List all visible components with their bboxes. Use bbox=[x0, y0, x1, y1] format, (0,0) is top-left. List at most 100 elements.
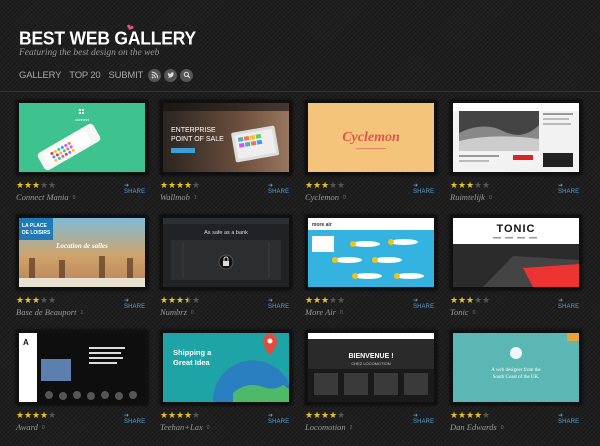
share-button[interactable]: ➜ SHARE bbox=[124, 182, 148, 195]
thumbnail-frame[interactable]: more air bbox=[305, 215, 437, 290]
thumb-text: more air bbox=[312, 222, 332, 228]
star-icon: ★ bbox=[313, 180, 322, 190]
site-title[interactable]: More Air 0 bbox=[305, 307, 343, 317]
share-button[interactable]: ➜ SHARE bbox=[124, 297, 148, 310]
thumbnail-wallmob[interactable]: ENTERPRISE POINT OF SALE bbox=[163, 103, 289, 172]
site-card: A web designer from the South Coast of t… bbox=[450, 330, 582, 435]
star-icon: ★ bbox=[458, 295, 467, 305]
nav-submit[interactable]: SUBMIT bbox=[108, 70, 143, 81]
thumbnail-more-air[interactable]: more air bbox=[308, 218, 434, 287]
star-icon: ★ bbox=[482, 295, 491, 305]
star-icon: ★ bbox=[48, 180, 57, 190]
thumb-text: Shipping a bbox=[173, 348, 212, 357]
thumbnail-frame[interactable]: connect bbox=[16, 100, 148, 175]
thumbnail-frame[interactable] bbox=[450, 100, 582, 175]
star-icon: ★ bbox=[24, 180, 33, 190]
site-card: connect ★ ★ ★ ★ ★ ➜ SHARE Connect Mania 0 bbox=[16, 100, 148, 205]
thumbnail-tonic[interactable]: TONIC bbox=[453, 218, 579, 287]
thumb-text: POINT OF SALE bbox=[171, 136, 224, 143]
star-icon: ★ bbox=[160, 295, 169, 305]
thumb-text: Location de salles bbox=[55, 242, 108, 250]
site-title[interactable]: Locomotion 2 bbox=[305, 422, 352, 432]
star-rating: ★ ★ ★ ★ ★ bbox=[305, 411, 345, 420]
star-icon: ★ bbox=[160, 410, 169, 420]
star-rating: ★ ★ ★ ★ ★ bbox=[450, 411, 490, 420]
rss-icon[interactable] bbox=[148, 68, 162, 82]
thumbnail-ruimtelijk[interactable] bbox=[453, 103, 579, 172]
thumbnail-frame[interactable]: As safe as a bank bbox=[160, 215, 292, 290]
star-icon: ★ bbox=[48, 295, 57, 305]
thumbnail-cyclemon[interactable]: Cyclemon bbox=[308, 103, 434, 172]
thumbnail-locomotion[interactable]: BIENVENUE ! CHEZ LOCOMOTION bbox=[308, 333, 434, 402]
thumbnail-frame[interactable]: LA PLACE DE LOISIRS Location de salles bbox=[16, 215, 148, 290]
site-title[interactable]: Connect Mania 0 bbox=[16, 192, 75, 202]
share-button[interactable]: ➜ SHARE bbox=[558, 297, 582, 310]
share-button[interactable]: ➜ SHARE bbox=[124, 412, 148, 425]
thumbnail-frame[interactable]: Shipping a Great Idea bbox=[160, 330, 292, 405]
thumbnail-frame[interactable]: A bbox=[16, 330, 148, 405]
thumb-text: BIENVENUE ! bbox=[348, 353, 393, 360]
site-title[interactable]: Base de Beauport 1 bbox=[16, 307, 83, 317]
share-button[interactable]: ➜ SHARE bbox=[413, 412, 437, 425]
site-title[interactable]: Wallmob 1 bbox=[160, 192, 197, 202]
site-title[interactable]: Teehan+Lax 0 bbox=[160, 422, 210, 432]
star-icon: ★ bbox=[474, 295, 483, 305]
star-icon: ★ bbox=[305, 180, 314, 190]
nav-gallery[interactable]: GALLERY bbox=[19, 70, 61, 81]
star-icon: ★ bbox=[32, 295, 41, 305]
thumbnail-frame[interactable]: BIENVENUE ! CHEZ LOCOMOTION bbox=[305, 330, 437, 405]
site-count: 1 bbox=[193, 195, 197, 202]
site-title[interactable]: Dan Edwards 0 bbox=[450, 422, 503, 432]
thumbnail-award[interactable]: A bbox=[19, 333, 145, 402]
site-title[interactable]: Numbrz 0 bbox=[160, 307, 194, 317]
main-nav: GALLERY TOP 20 SUBMIT bbox=[19, 68, 196, 82]
thumbnail-teehan-lax[interactable]: Shipping a Great Idea bbox=[163, 333, 289, 402]
star-icon: ★ bbox=[474, 180, 483, 190]
site-tagline: Featuring the best design on the web bbox=[19, 48, 160, 58]
thumbnail-connect-mania[interactable]: connect bbox=[19, 103, 145, 172]
star-icon: ★ bbox=[184, 410, 193, 420]
thumb-text: ENTERPRISE bbox=[171, 127, 216, 134]
star-icon: ★ bbox=[160, 180, 169, 190]
share-button[interactable]: ➜ SHARE bbox=[268, 182, 292, 195]
thumbnail-frame[interactable]: TONIC bbox=[450, 215, 582, 290]
thumbnail-numbrz[interactable]: As safe as a bank bbox=[163, 218, 289, 287]
star-rating: ★ ★ ★ ★ ★ bbox=[16, 411, 56, 420]
thumbnail-base-de-beauport[interactable]: LA PLACE DE LOISIRS Location de salles bbox=[19, 218, 145, 287]
search-icon[interactable] bbox=[180, 68, 194, 82]
site-count: 0 bbox=[488, 195, 492, 202]
star-rating: ★ ★ ★ ★ ★ bbox=[16, 296, 56, 305]
site-count: 0 bbox=[190, 310, 194, 317]
thumb-text: Great Idea bbox=[173, 358, 211, 367]
thumbnail-frame[interactable]: ENTERPRISE POINT OF SALE bbox=[160, 100, 292, 175]
star-icon: ★ bbox=[40, 295, 49, 305]
site-title[interactable]: Cyclemon 0 bbox=[305, 192, 346, 202]
thumb-text: DE LOISIRS bbox=[22, 230, 51, 236]
site-title[interactable]: Tonic 0 bbox=[450, 307, 475, 317]
star-icon: ★ bbox=[466, 410, 475, 420]
share-button[interactable]: ➜ SHARE bbox=[413, 182, 437, 195]
site-title[interactable]: Award 0 bbox=[16, 422, 45, 432]
site-logo[interactable]: BEST WEB GALLERY bbox=[19, 27, 196, 49]
site-card: Cyclemon ★ ★ ★ ★ ★ ➜ SHARE Cyclemon 0 bbox=[305, 100, 437, 205]
share-button[interactable]: ➜ SHARE bbox=[268, 297, 292, 310]
star-icon: ★ bbox=[321, 180, 330, 190]
twitter-icon[interactable] bbox=[164, 68, 178, 82]
share-button[interactable]: ➜ SHARE bbox=[558, 182, 582, 195]
site-card: As safe as a bank ★ ★ ★ ★ ★ ➜ SHARE Numbrz 0 bbox=[160, 215, 292, 320]
site-count: 2 bbox=[349, 425, 353, 432]
share-button[interactable]: ➜ SHARE bbox=[558, 412, 582, 425]
site-title[interactable]: Ruimtelijk 0 bbox=[450, 192, 492, 202]
thumbnail-dan-edwards[interactable]: A web designer from the South Coast of t… bbox=[453, 333, 579, 402]
star-rating: ★ ★ ★ ★ ★ bbox=[450, 181, 490, 190]
share-button[interactable]: ➜ SHARE bbox=[268, 412, 292, 425]
nav-top20[interactable]: TOP 20 bbox=[69, 70, 100, 81]
star-icon: ★ bbox=[192, 295, 201, 305]
thumbnail-frame[interactable]: Cyclemon bbox=[305, 100, 437, 175]
share-button[interactable]: ➜ SHARE bbox=[413, 297, 437, 310]
thumb-text: connect bbox=[75, 117, 90, 122]
star-icon: ★ bbox=[466, 295, 475, 305]
thumbnail-frame[interactable]: A web designer from the South Coast of t… bbox=[450, 330, 582, 405]
star-icon: ★ bbox=[40, 180, 49, 190]
site-count: 1 bbox=[80, 310, 84, 317]
